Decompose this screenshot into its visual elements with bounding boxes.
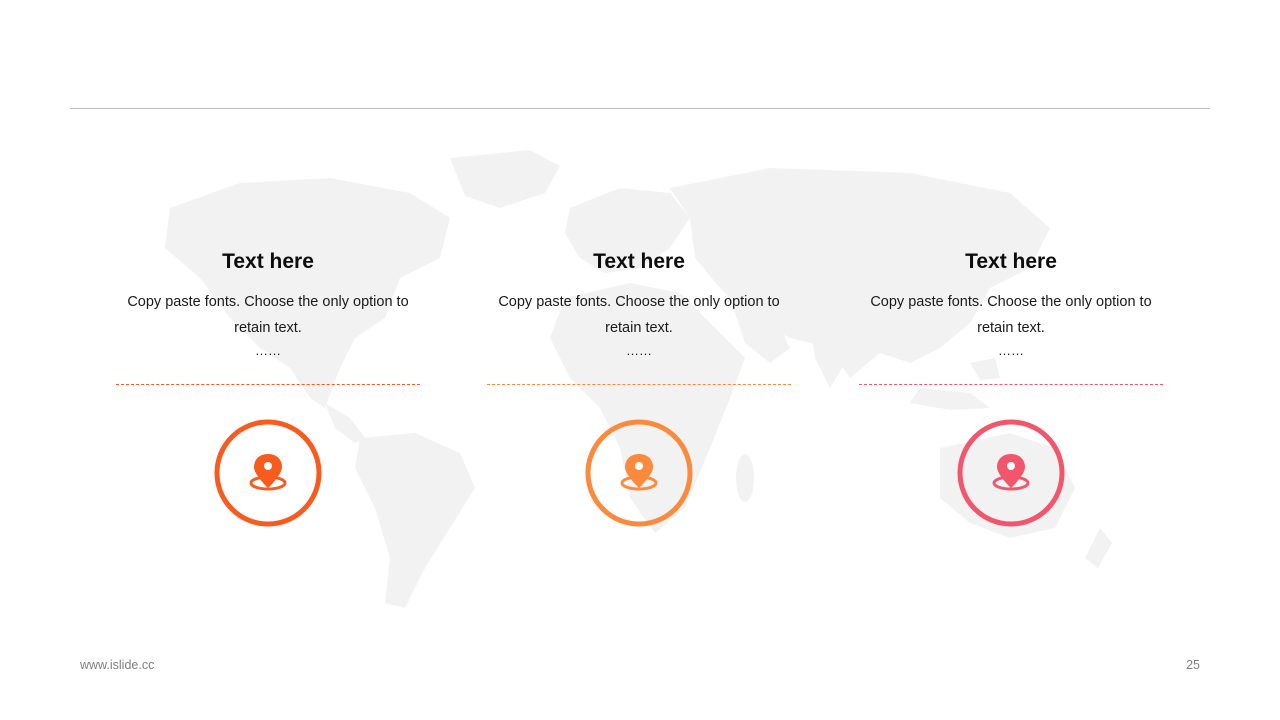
- info-card-1: Text here Copy paste fonts. Choose the o…: [116, 245, 420, 527]
- card-dashed-divider: [116, 384, 420, 385]
- footer-url[interactable]: www.islide.cc: [80, 658, 154, 672]
- card-title: Text here: [222, 250, 314, 273]
- card-description: Copy paste fonts. Choose the only option…: [116, 289, 420, 361]
- map-pin-icon[interactable]: [956, 418, 1066, 528]
- map-pin-icon[interactable]: [584, 418, 694, 528]
- card-description: Copy paste fonts. Choose the only option…: [859, 289, 1163, 361]
- card-ellipsis: ……: [998, 343, 1024, 358]
- map-pin-icon[interactable]: [213, 418, 323, 528]
- card-dashed-divider: [487, 384, 791, 385]
- card-description-text: Copy paste fonts. Choose the only option…: [870, 294, 1152, 336]
- page-number: 25: [1186, 658, 1200, 672]
- card-dashed-divider: [859, 384, 1163, 385]
- card-description: Copy paste fonts. Choose the only option…: [487, 289, 791, 361]
- card-title: Text here: [965, 250, 1057, 273]
- card-ellipsis: ……: [255, 343, 281, 358]
- info-card-3: Text here Copy paste fonts. Choose the o…: [859, 245, 1163, 527]
- card-description-text: Copy paste fonts. Choose the only option…: [498, 294, 780, 336]
- card-description-text: Copy paste fonts. Choose the only option…: [127, 294, 409, 336]
- info-card-2: Text here Copy paste fonts. Choose the o…: [487, 245, 791, 527]
- card-title: Text here: [593, 250, 685, 273]
- header-divider: [70, 108, 1210, 109]
- card-ellipsis: ……: [626, 343, 652, 358]
- world-map-background: [165, 150, 1112, 608]
